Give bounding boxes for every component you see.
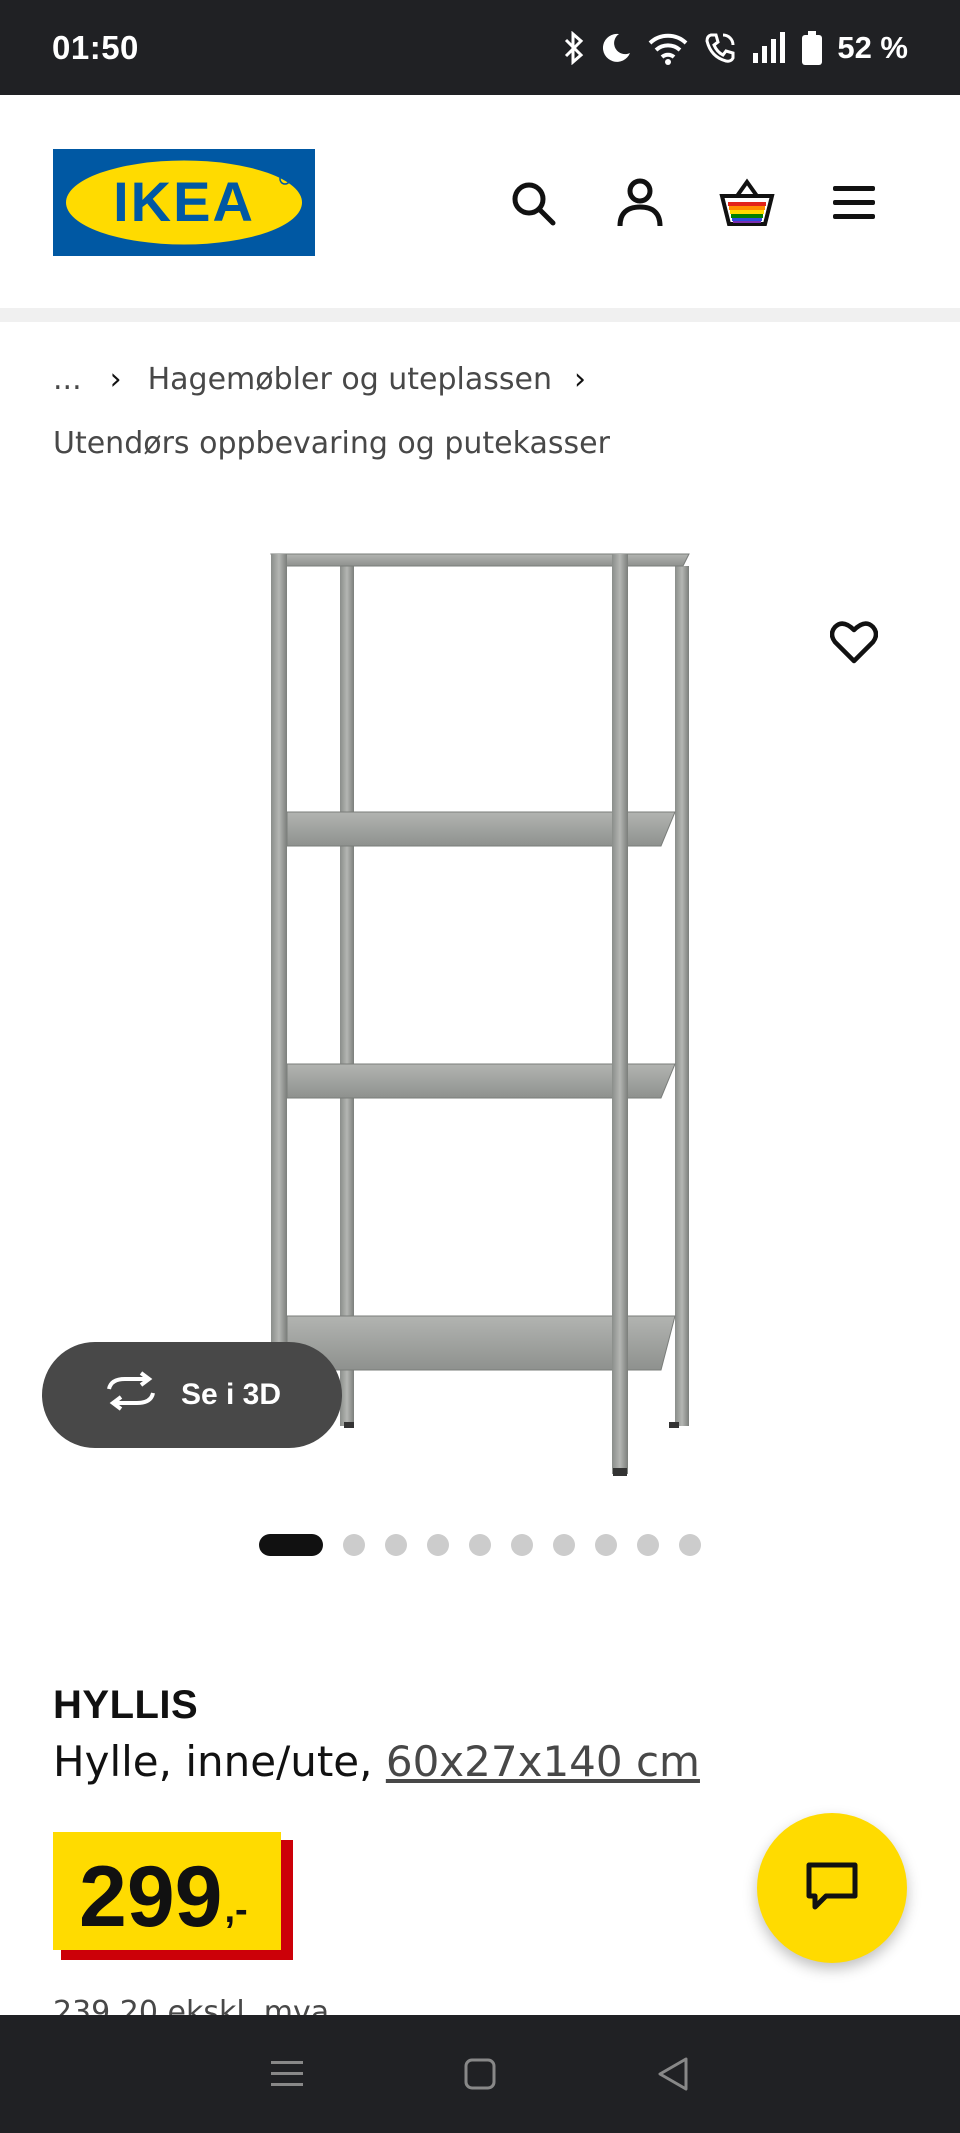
chat-button[interactable] <box>757 1813 907 1963</box>
breadcrumb-ellipsis[interactable]: ... <box>53 362 82 397</box>
gallery-dot[interactable] <box>637 1534 659 1556</box>
search-icon[interactable] <box>503 173 563 233</box>
rotate-3d-icon <box>103 1371 159 1419</box>
gallery-dot[interactable] <box>427 1534 449 1556</box>
view-3d-label: Se i 3D <box>180 1378 282 1411</box>
site-header: IKEA <box>0 95 960 308</box>
menu-icon[interactable] <box>824 173 884 233</box>
product-size-link[interactable]: 60x27x140 cm <box>386 1737 700 1786</box>
back-icon[interactable] <box>643 2044 703 2104</box>
price-tag: 299 ,- <box>53 1832 293 1960</box>
ikea-logo[interactable]: IKEA <box>53 149 315 256</box>
view-3d-button[interactable]: Se i 3D <box>42 1342 342 1448</box>
signal-icon <box>751 31 787 65</box>
gallery-pagination <box>0 1533 960 1557</box>
chevron-right-icon: › <box>574 361 586 397</box>
wifi-icon <box>647 31 689 65</box>
battery-icon <box>801 30 823 66</box>
product-type: Hylle, inne/ute, <box>53 1737 386 1786</box>
gallery-dot[interactable] <box>343 1534 365 1556</box>
favorite-heart-icon[interactable] <box>824 612 884 672</box>
home-icon[interactable] <box>450 2044 510 2104</box>
basket-icon[interactable] <box>717 173 777 233</box>
breadcrumb: ... › Hagemøbler og uteplassen › Utendør… <box>53 355 913 467</box>
breadcrumb-item-hagemobler[interactable]: Hagemøbler og uteplassen <box>148 362 552 397</box>
gallery-dot[interactable] <box>553 1534 575 1556</box>
svg-text:IKEA: IKEA <box>113 170 255 233</box>
status-bar: 01:50 52 % <box>0 0 960 95</box>
breadcrumb-item-oppbevaring[interactable]: Utendørs oppbevaring og putekasser <box>53 426 610 461</box>
gallery-dot[interactable] <box>469 1534 491 1556</box>
status-icons: 52 % <box>563 30 908 66</box>
chat-icon <box>804 1860 860 1917</box>
header-divider <box>0 308 960 322</box>
system-nav-bar <box>0 2015 960 2133</box>
recent-apps-icon[interactable] <box>257 2044 317 2104</box>
gallery-dot[interactable] <box>679 1534 701 1556</box>
price-integer: 299 <box>79 1849 223 1945</box>
product-name: HYLLIS <box>53 1683 199 1727</box>
battery-percent: 52 % <box>837 29 908 65</box>
gallery-dot[interactable] <box>511 1534 533 1556</box>
bluetooth-icon <box>563 30 585 65</box>
moon-icon <box>599 31 633 65</box>
price-decimal: ,- <box>224 1889 248 1931</box>
gallery-dot[interactable] <box>385 1534 407 1556</box>
gallery-dot[interactable] <box>595 1534 617 1556</box>
gallery-dot-active[interactable] <box>259 1534 323 1556</box>
status-time: 01:50 <box>52 28 139 66</box>
call-icon <box>703 31 737 65</box>
product-gallery[interactable]: Se i 3D <box>0 530 960 1490</box>
product-description: Hylle, inne/ute, 60x27x140 cm <box>53 1737 700 1786</box>
user-icon[interactable] <box>610 173 670 233</box>
chevron-right-icon: › <box>109 361 122 397</box>
